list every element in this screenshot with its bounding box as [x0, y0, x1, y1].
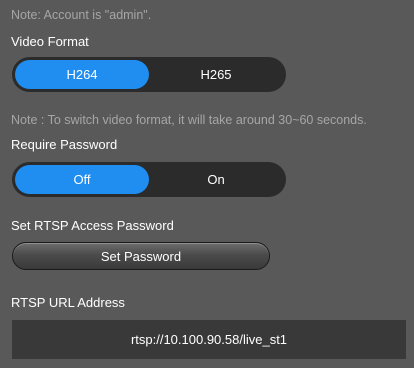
account-note: Note: Account is "admin". — [11, 8, 152, 22]
rtsp-password-label: Set RTSP Access Password — [11, 218, 174, 233]
password-on-option[interactable]: On — [149, 165, 283, 194]
video-format-toggle: H264 H265 — [12, 57, 286, 92]
require-password-toggle: Off On — [12, 162, 286, 197]
password-off-option[interactable]: Off — [15, 165, 149, 194]
h265-option[interactable]: H265 — [149, 60, 283, 89]
rtsp-url-value: rtsp://10.100.90.58/live_st1 — [130, 332, 288, 347]
require-password-label: Require Password — [11, 137, 118, 152]
set-password-button[interactable]: Set Password — [12, 242, 270, 270]
rtsp-url-field[interactable]: rtsp://10.100.90.58/live_st1 — [12, 320, 406, 359]
video-format-label: Video Format — [11, 34, 89, 49]
switch-format-note: Note : To switch video format, it will t… — [11, 113, 367, 127]
rtsp-url-label: RTSP URL Address — [11, 295, 125, 310]
h264-option[interactable]: H264 — [15, 60, 149, 89]
